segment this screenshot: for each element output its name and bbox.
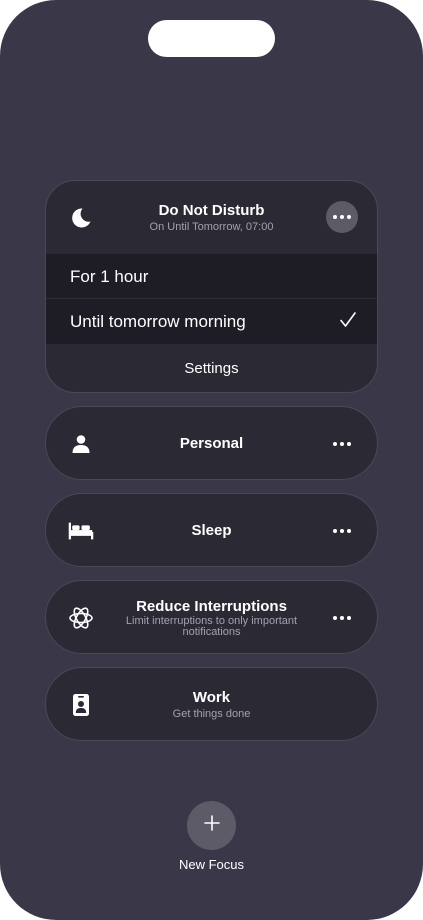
ellipsis-icon xyxy=(333,616,351,620)
focus-personal[interactable]: Personal xyxy=(45,406,378,480)
focus-sleep[interactable]: Sleep xyxy=(45,493,378,567)
focus-title: Personal xyxy=(179,435,244,452)
focus-title: Reduce Interruptions xyxy=(136,598,287,615)
focus-reduce-interruptions[interactable]: Reduce Interruptions Limit interruptions… xyxy=(45,580,378,654)
do-not-disturb-more-button[interactable] xyxy=(326,201,358,233)
focus-title: Work xyxy=(192,689,231,706)
plus-icon xyxy=(203,815,220,836)
ellipsis-icon xyxy=(333,529,351,533)
option-for-1-hour[interactable]: For 1 hour xyxy=(46,254,377,299)
do-not-disturb-card: Do Not Disturb On Until Tomorrow, 07:00 … xyxy=(45,180,378,393)
settings-button[interactable]: Settings xyxy=(46,344,377,392)
focus-subtitle: Limit interruptions to only important no… xyxy=(125,615,298,638)
do-not-disturb-toggle[interactable]: Do Not Disturb On Until Tomorrow, 07:00 xyxy=(46,181,377,254)
option-until-tomorrow-morning[interactable]: Until tomorrow morning xyxy=(46,299,377,344)
option-label: Until tomorrow morning xyxy=(70,312,246,331)
ellipsis-icon xyxy=(333,215,351,219)
checkmark-icon xyxy=(339,311,357,334)
reduce-interruptions-more-button[interactable] xyxy=(330,611,354,625)
new-focus-label: New Focus xyxy=(178,857,245,872)
focus-subtitle: Get things done xyxy=(172,708,251,720)
phone-screen: Do Not Disturb On Until Tomorrow, 07:00 … xyxy=(0,0,423,920)
ellipsis-icon xyxy=(333,442,351,446)
option-label: For 1 hour xyxy=(70,267,149,286)
sleep-more-button[interactable] xyxy=(330,524,354,538)
focus-work[interactable]: Work Get things done xyxy=(45,667,378,741)
focus-title: Sleep xyxy=(191,522,232,539)
dynamic-island xyxy=(148,20,275,57)
personal-more-button[interactable] xyxy=(330,437,354,451)
new-focus-button[interactable] xyxy=(187,801,236,850)
